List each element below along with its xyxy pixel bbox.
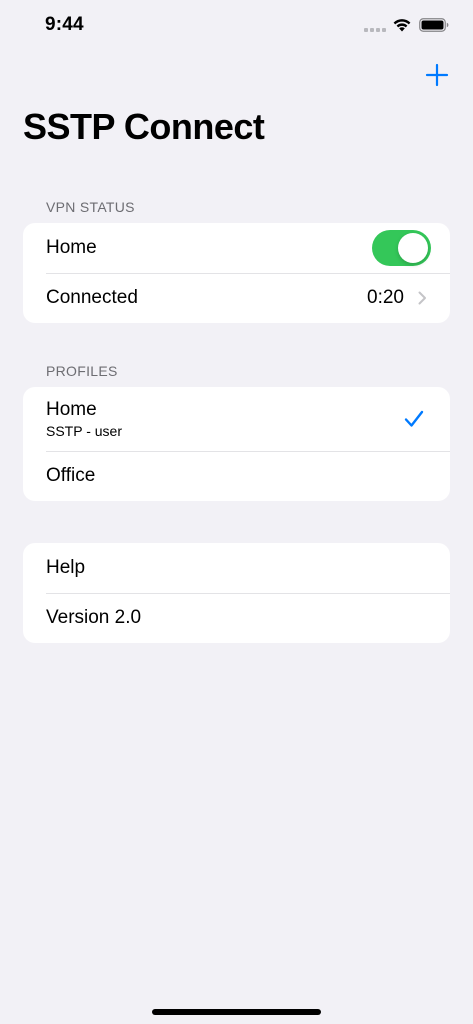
profile-row-home[interactable]: Home SSTP - user [23, 387, 450, 451]
checkmark-icon [404, 410, 424, 427]
profile-name: Home [46, 398, 97, 420]
help-row[interactable]: Help [23, 543, 450, 593]
profile-row-office[interactable]: Office [23, 451, 450, 501]
screen: 9:44 SSTP Connect VPN STATUS Home Connec… [0, 0, 473, 1024]
vpn-status-card: Home Connected 0:20 [23, 223, 450, 323]
profile-subtitle: SSTP - user [46, 422, 122, 439]
chevron-right-icon [418, 291, 426, 305]
connection-duration: 0:20 [367, 287, 404, 308]
help-label: Help [46, 557, 86, 578]
toggle-knob [398, 233, 428, 263]
section-header-vpn-status: VPN STATUS [46, 199, 135, 215]
section-header-profiles: PROFILES [46, 363, 118, 379]
battery-icon [419, 18, 449, 32]
vpn-toggle-switch[interactable] [372, 230, 431, 266]
profile-text: Home SSTP - user [46, 399, 404, 440]
vpn-toggle-row: Home [23, 223, 450, 273]
status-time: 9:44 [45, 14, 84, 35]
misc-card: Help Version 2.0 [23, 543, 450, 643]
connection-status-row[interactable]: Connected 0:20 [23, 273, 450, 323]
profile-name: Office [46, 465, 96, 486]
home-indicator[interactable] [152, 1009, 321, 1015]
page-title: SSTP Connect [23, 106, 265, 147]
wifi-icon [393, 19, 411, 32]
status-bar: 9:44 [0, 0, 473, 52]
profiles-card: Home SSTP - user Office [23, 387, 450, 501]
cellular-signal-icon [364, 28, 386, 32]
version-row: Version 2.0 [23, 593, 450, 643]
plus-icon[interactable] [425, 63, 449, 87]
connection-status-label: Connected [46, 287, 138, 308]
vpn-profile-label: Home [46, 237, 97, 258]
version-label: Version 2.0 [46, 607, 142, 628]
